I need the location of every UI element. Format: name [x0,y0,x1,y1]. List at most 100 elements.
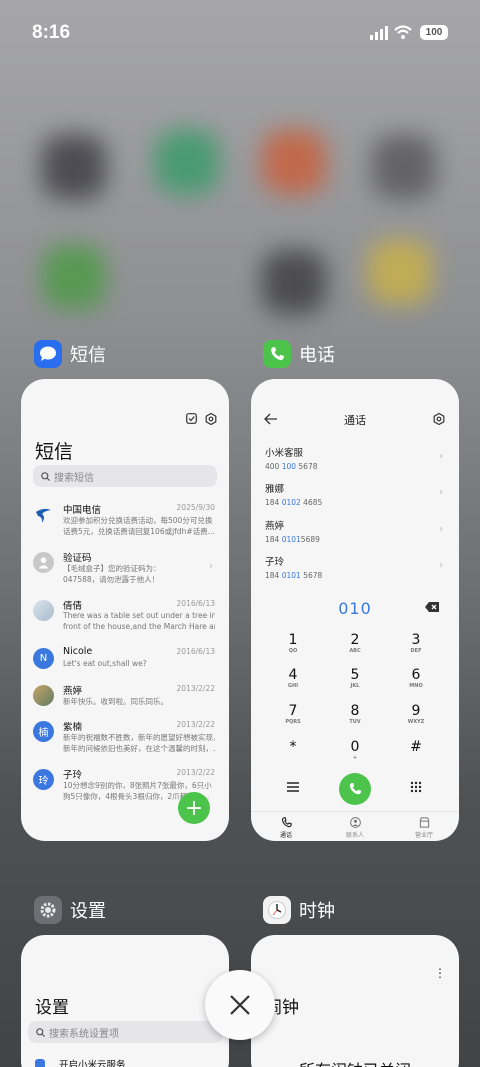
contact-number: 184 0101 5678 [265,571,323,580]
sms-sender-name: 燕婷 [63,686,83,697]
more-options-icon[interactable]: ⋮ [434,967,446,979]
menu-icon[interactable] [287,782,299,792]
dialpad-key[interactable]: 6 MNO [396,667,436,697]
photo-avatar [33,685,54,706]
sms-preview-line: 047588，请勿泄露于他人！ [63,575,160,584]
settings-app-card[interactable]: 设置 搜索系统设置项 开启小米云服务 [21,935,229,1067]
settings-search-input[interactable]: 搜索系统设置项 [28,1021,223,1043]
settings-gear-icon[interactable] [205,413,217,425]
phone-app-label: 电话 [299,345,335,366]
blurred-app-icon [372,135,436,199]
contact-suggestion[interactable]: 燕婷 184 01015689 › [265,518,445,548]
checkbox-icon[interactable] [186,413,197,424]
phone-app-header[interactable]: 电话 [263,340,335,368]
sms-app-label: 短信 [70,345,106,366]
dialpad-key[interactable]: # [396,739,436,769]
sms-search-placeholder: 搜索短信 [54,472,94,484]
dialpad-grid-icon[interactable] [410,781,422,793]
dialpad-key[interactable]: 4 GHI [273,667,313,697]
contact-name: 子玲 [265,557,285,568]
blurred-app-icon [262,250,326,314]
sms-sender-name: 中国电信 [63,505,102,516]
battery-indicator: 100 [420,25,448,40]
new-message-button[interactable]: + [178,792,210,824]
wifi-icon [394,25,412,39]
search-icon [36,1027,45,1037]
chevron-right-icon: › [439,560,443,571]
dialpad-key[interactable]: 5 JKL [335,667,375,697]
sms-list-item[interactable]: 中国电信 2025/9/30 欢迎参加积分兑换话费活动，每500分可兑换 话费5… [33,502,215,546]
blurred-app-icon [42,245,106,309]
phone-app-card[interactable]: 通话 小米客服 400 100 5678 › 雅娜 184 0102 4685 … [251,379,459,841]
contact-number: 400 100 5678 [265,462,318,471]
contact-number: 184 0102 4685 [265,498,323,507]
dialpad-key[interactable]: * [273,739,313,769]
sms-date: 2025/9/30 [176,503,215,512]
dialpad-key[interactable]: 1 QO [273,632,313,662]
sms-preview-line: There was a table set out under a tree i… [63,611,215,620]
status-time: 8:16 [32,22,71,43]
sms-sender-name: 倩倩 [63,601,83,612]
sms-preview-line: 话费5元，兑换话费请回复106或jfdh#话费... [63,527,215,536]
sms-search-input[interactable]: 搜索短信 [33,465,217,487]
sms-app-header[interactable]: 短信 [34,340,106,368]
sms-preview-line: 10分想念9别的你，8张照片7张最你，6只小 [63,781,212,790]
call-button[interactable] [339,773,371,805]
tab-store[interactable]: 营业厅 [399,817,449,839]
contact-name: 雅娜 [265,484,285,495]
sms-app-card[interactable]: 短信 搜索短信 中国电信 2025/9/30 欢迎参加积分兑换话费活动，每500… [21,379,229,841]
alarms-status-text: 所有闹钟已关闭 [251,1057,459,1067]
sms-date: 2013/2/22 [176,720,215,729]
sms-date: 2016/6/13 [176,647,215,656]
sms-sender-name: 子玲 [63,770,83,781]
photo-avatar [33,600,54,621]
clock-app-header[interactable]: 时钟 [263,896,335,924]
sms-preview-line: 欢迎参加积分兑换话费活动，每500分可兑换 [63,516,213,525]
clear-all-button[interactable] [205,970,275,1040]
settings-gear-icon[interactable] [433,413,445,425]
sms-sender-name: Nicole [63,646,93,657]
backspace-icon[interactable] [425,602,439,612]
letter-avatar: N [33,648,54,669]
tab-calls[interactable]: 通话 [261,817,311,839]
clock-app-card[interactable]: ⋮ 闹钟 所有闹钟已关闭 [251,935,459,1067]
sms-preview-line: 【毛绒盒子】您的验证码为： [63,564,161,573]
contact-suggestion[interactable]: 子玲 184 0101 5678 › [265,554,445,584]
sms-list-item[interactable]: 楠 紫楠 2013/2/22 新年的祝福数不胜数，新年的愿望好想被实现， 新年的… [33,719,215,763]
blurred-app-icon [42,135,106,199]
letter-avatar: 玲 [33,769,54,790]
settings-item-label[interactable]: 开启小米云服务 [59,1057,126,1067]
dialpad-key[interactable]: 2 ABC [335,632,375,662]
sms-preview-line: 新年快乐。收到啦。同乐同乐。 [63,697,168,706]
sms-preview-line: Let's eat out,shall we? [63,659,147,668]
sms-sender-name: 紫楠 [63,722,83,733]
close-icon [230,995,250,1015]
dialpad-key[interactable]: 8 TUV [335,703,375,733]
chevron-right-icon: › [439,524,443,535]
gear-icon [34,896,62,924]
dialpad-key[interactable]: 3 DEF [396,632,436,662]
dialpad-key[interactable]: 0 + [335,739,375,769]
dialpad-key[interactable]: 9 WXYZ [396,703,436,733]
tab-contacts[interactable]: 联系人 [330,817,380,839]
settings-page-title: 设置 [35,998,69,1018]
contact-suggestion[interactable]: 小米客服 400 100 5678 › [265,445,445,475]
phone-page-title: 通话 [344,414,366,427]
person-icon [349,817,361,828]
sms-list-item[interactable]: 倩倩 2016/6/13 There was a table set out u… [33,598,215,642]
blurred-app-icon [155,130,219,194]
bottom-tab-bar: 通话 联系人 营业厅 [251,811,459,841]
blurred-app-icon [262,130,326,194]
sms-date: 2013/2/22 [176,768,215,777]
clock-icon [263,896,291,924]
contact-number: 184 01015689 [265,535,320,544]
status-bar: 8:16 100 [0,0,480,66]
store-icon [419,817,429,828]
dialpad-key[interactable]: 7 PQRS [273,703,313,733]
contact-suggestion[interactable]: 雅娜 184 0102 4685 › [265,481,445,511]
settings-app-header[interactable]: 设置 [34,896,106,924]
sms-page-title: 短信 [35,441,74,463]
chevron-right-icon: › [439,487,443,498]
clock-app-label: 时钟 [299,901,335,922]
sms-list-item[interactable]: 验证码 › 【毛绒盒子】您的验证码为： 047588，请勿泄露于他人！ [33,550,215,594]
